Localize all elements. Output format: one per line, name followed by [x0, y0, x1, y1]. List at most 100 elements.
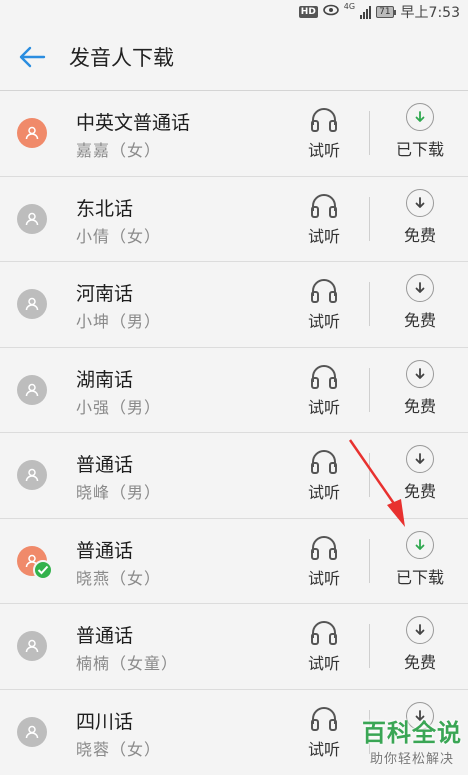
download-icon [406, 701, 434, 730]
listen-button[interactable]: 试听 [298, 105, 350, 163]
voice-speaker: 小倩（女） [76, 226, 162, 246]
download-button[interactable]: 免费 [386, 274, 454, 336]
download-button[interactable]: 免费 [386, 359, 454, 422]
person-icon [25, 383, 39, 396]
voice-speaker: 晓蓉（女） [76, 739, 162, 759]
download-button[interactable] [386, 701, 454, 764]
voice-name: 河南话 [76, 283, 134, 305]
person-icon [25, 212, 39, 225]
download-button[interactable]: 已下载 [386, 530, 454, 593]
voice-name: 东北话 [76, 197, 134, 220]
avatar [17, 289, 47, 319]
person-icon [25, 639, 39, 653]
voice-speaker: 小强（男） [76, 397, 162, 417]
download-icon [406, 103, 434, 131]
back-button[interactable] [7, 32, 57, 82]
voice-speaker: 晓燕（女） [76, 568, 162, 588]
avatar [17, 716, 47, 747]
voice-row[interactable]: 四川话晓蓉（女） 试听 [0, 688, 468, 774]
voice-row[interactable]: 普通话楠楠（女童） 试听 免费 [0, 603, 468, 689]
divider [369, 709, 370, 754]
divider [369, 111, 370, 155]
avatar [17, 203, 47, 234]
battery-level: 71 [376, 6, 394, 18]
headphones-icon [311, 108, 337, 132]
voice-row[interactable]: 东北话小倩（女） 试听 免费 [0, 175, 468, 261]
arrow-left-icon [19, 46, 46, 68]
listen-button[interactable]: 试听 [298, 618, 350, 676]
clock: 早上7:53 [400, 5, 460, 21]
listen-button[interactable]: 试听 [298, 191, 350, 249]
signal-icon [360, 5, 372, 19]
divider [369, 624, 370, 668]
headphones-icon [311, 706, 337, 731]
downloaded-check-icon [33, 559, 53, 580]
voice-row[interactable]: 中英文普通话 嘉嘉（女） 试听 已下载 [0, 90, 468, 176]
download-icon [406, 274, 434, 302]
download-icon [406, 188, 434, 217]
download-label: 已下载 [395, 140, 444, 159]
avatar [17, 118, 47, 148]
download-icon [406, 359, 434, 388]
voice-speaker: 小坤（男） [76, 312, 162, 331]
listen-button[interactable]: 试听 [298, 362, 350, 420]
listen-button[interactable]: 试听 [298, 533, 350, 591]
status-icons: HD 4G 71 早上7:53 [298, 2, 460, 22]
listen-label: 试听 [307, 654, 340, 673]
download-icon [406, 445, 434, 473]
listen-label: 试听 [307, 397, 340, 417]
download-label: 免费 [403, 396, 436, 416]
voice-name: 普通话 [76, 454, 134, 476]
download-button[interactable]: 免费 [386, 188, 454, 251]
listen-label: 试听 [307, 141, 340, 160]
page-title: 发音人下载 [69, 46, 174, 70]
headphones-icon [311, 279, 337, 303]
voice-speaker: 楠楠（女童） [76, 654, 179, 673]
download-label: 免费 [403, 482, 436, 501]
voice-row[interactable]: 河南话小坤（男） 试听 免费 [0, 261, 468, 347]
download-button[interactable]: 免费 [386, 616, 454, 678]
voice-name: 中英文普通话 [76, 112, 191, 134]
listen-button[interactable]: 试听 [298, 704, 350, 762]
headphones-icon [311, 535, 337, 560]
listen-label: 试听 [307, 568, 340, 588]
voice-name: 普通话 [76, 625, 134, 647]
download-button[interactable]: 已下载 [386, 103, 454, 165]
avatar [17, 460, 47, 490]
headphones-icon [311, 621, 337, 645]
listen-button[interactable]: 试听 [298, 276, 350, 334]
status-bar: HD 4G 71 早上7:53 [0, 0, 468, 24]
download-label: 免费 [403, 311, 436, 330]
voice-speaker: 嘉嘉（女） [76, 141, 162, 160]
download-button[interactable]: 免费 [386, 445, 454, 507]
eye-icon [322, 4, 339, 20]
voice-name: 四川话 [76, 710, 134, 733]
divider [369, 282, 370, 326]
download-icon [406, 616, 434, 644]
divider [369, 538, 370, 583]
download-label: 已下载 [395, 567, 444, 587]
listen-button[interactable]: 试听 [298, 447, 350, 505]
person-icon [25, 468, 39, 482]
download-label: 免费 [403, 653, 436, 672]
voice-name: 湖南话 [76, 368, 134, 391]
divider [369, 196, 370, 241]
voice-name: 普通话 [76, 539, 134, 562]
battery-icon: 71 [376, 6, 396, 18]
listen-label: 试听 [307, 226, 340, 246]
app-bar: 发音人下载 [0, 24, 468, 90]
avatar [17, 374, 47, 405]
person-icon [25, 126, 39, 140]
listen-label: 试听 [307, 483, 340, 502]
listen-label: 试听 [307, 739, 340, 759]
listen-label: 试听 [307, 312, 340, 331]
voice-row[interactable]: 普通话晓燕（女） 试听 已下载 [0, 517, 468, 603]
voice-row[interactable]: 湖南话小强（男） 试听 免费 [0, 346, 468, 432]
person-icon [25, 297, 39, 311]
person-icon [25, 725, 39, 738]
voice-row[interactable]: 普通话晓峰（男） 试听 免费 [0, 432, 468, 518]
download-label: 免费 [403, 225, 436, 245]
voice-speaker: 晓峰（男） [76, 483, 162, 502]
headphones-icon [311, 364, 337, 389]
download-icon [406, 530, 434, 559]
